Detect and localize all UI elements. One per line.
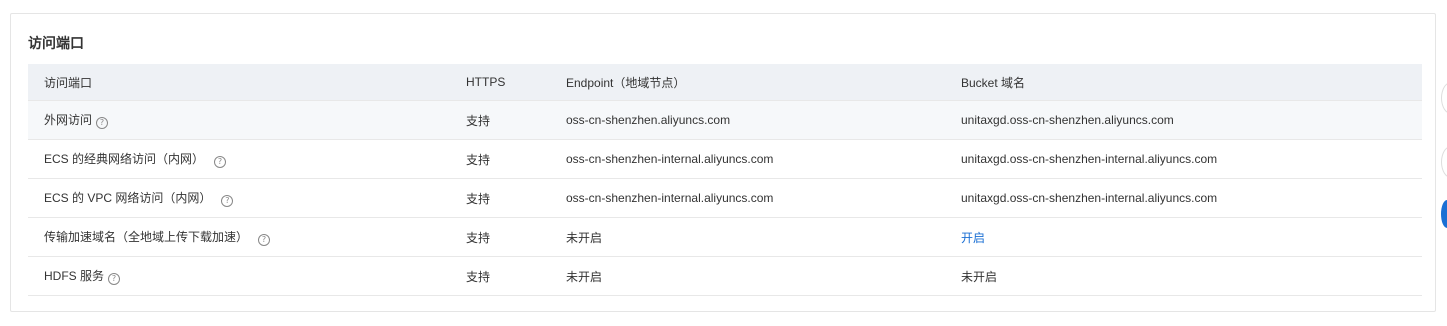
- port-cell: ECS 的经典网络访问（内网）?: [28, 139, 450, 179]
- port-label: 传输加速域名（全地域上传下载加速）: [44, 230, 249, 244]
- side-float-button[interactable]: [1441, 82, 1447, 114]
- port-label: ECS 的 VPC 网络访问（内网）: [44, 191, 212, 205]
- bucket-domain-value: unitaxgd.oss-cn-shenzhen-internal.aliyun…: [945, 178, 1422, 218]
- header-https: HTTPS: [450, 64, 550, 101]
- header-endpoint: Endpoint（地域节点）: [550, 64, 945, 101]
- bucket-domain-value: unitaxgd.oss-cn-shenzhen-internal.aliyun…: [945, 139, 1422, 179]
- side-float-button-active[interactable]: [1441, 200, 1447, 228]
- table-header-row: 访问端口 HTTPS Endpoint（地域节点） Bucket 域名: [28, 64, 1422, 101]
- https-support: 支持: [450, 256, 550, 296]
- help-icon[interactable]: ?: [214, 156, 227, 168]
- https-support: 支持: [450, 217, 550, 257]
- table-row: 外网访问? 支持 oss-cn-shenzhen.aliyuncs.com un…: [28, 100, 1422, 140]
- access-port-table: 访问端口 HTTPS Endpoint（地域节点） Bucket 域名 外网访问…: [28, 64, 1422, 296]
- table-row: 传输加速域名（全地域上传下载加速）? 支持 未开启 开启: [28, 217, 1422, 257]
- https-support: 支持: [450, 139, 550, 179]
- port-cell: 传输加速域名（全地域上传下载加速）?: [28, 217, 450, 257]
- port-label: HDFS 服务: [44, 269, 105, 283]
- port-label: ECS 的经典网络访问（内网）: [44, 152, 205, 166]
- access-port-card: 访问端口 访问端口 HTTPS Endpoint（地域节点） Bucket 域名: [10, 13, 1436, 312]
- endpoint-value: oss-cn-shenzhen-internal.aliyuncs.com: [550, 139, 945, 179]
- port-cell: 外网访问?: [28, 100, 450, 140]
- bucket-domain-value: unitaxgd.oss-cn-shenzhen.aliyuncs.com: [945, 100, 1422, 140]
- bucket-domain-cell: 开启: [945, 217, 1422, 257]
- table-row: ECS 的 VPC 网络访问（内网）? 支持 oss-cn-shenzhen-i…: [28, 178, 1422, 218]
- help-icon[interactable]: ?: [221, 195, 234, 207]
- bucket-domain-value: 未开启: [945, 256, 1422, 296]
- endpoint-value: 未开启: [550, 217, 945, 257]
- section-title: 访问端口: [28, 35, 84, 51]
- help-icon[interactable]: ?: [258, 234, 271, 246]
- help-icon[interactable]: ?: [108, 273, 121, 285]
- side-float-button[interactable]: [1441, 146, 1447, 178]
- table-row: HDFS 服务? 支持 未开启 未开启: [28, 256, 1422, 296]
- endpoint-value: oss-cn-shenzhen-internal.aliyuncs.com: [550, 178, 945, 218]
- endpoint-value: 未开启: [550, 256, 945, 296]
- header-bucket-domain: Bucket 域名: [945, 64, 1422, 101]
- header-access-port: 访问端口: [28, 64, 450, 101]
- port-label: 外网访问: [44, 113, 93, 127]
- endpoint-value: oss-cn-shenzhen.aliyuncs.com: [550, 100, 945, 140]
- port-cell: ECS 的 VPC 网络访问（内网）?: [28, 178, 450, 218]
- table-row: ECS 的经典网络访问（内网）? 支持 oss-cn-shenzhen-inte…: [28, 139, 1422, 179]
- https-support: 支持: [450, 178, 550, 218]
- help-icon[interactable]: ?: [96, 117, 109, 129]
- https-support: 支持: [450, 100, 550, 140]
- port-cell: HDFS 服务?: [28, 256, 450, 296]
- page: 访问端口 访问端口 HTTPS Endpoint（地域节点） Bucket 域名: [0, 0, 1447, 326]
- enable-acceleration-link[interactable]: 开启: [961, 231, 985, 245]
